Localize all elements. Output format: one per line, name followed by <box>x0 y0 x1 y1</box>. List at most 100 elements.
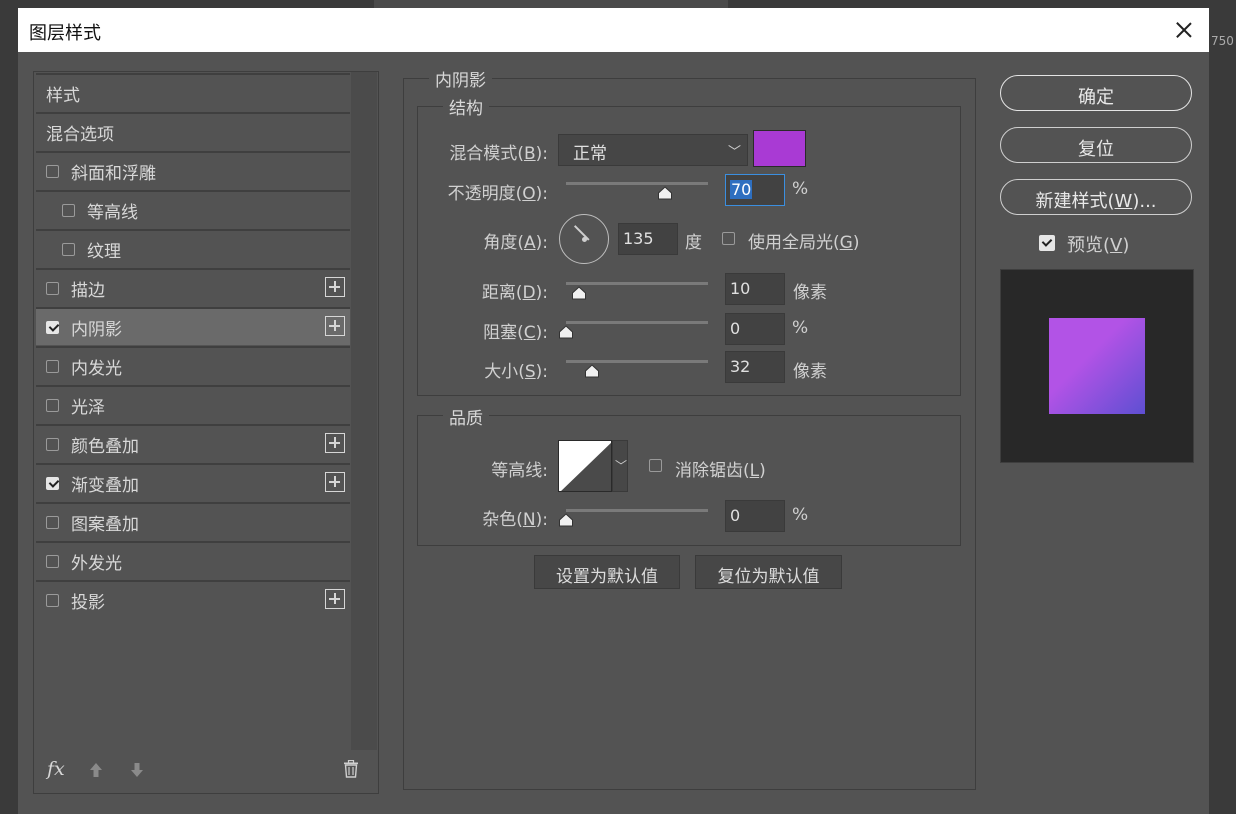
style-list-label: 图案叠加 <box>71 514 139 535</box>
preview-swatch <box>1049 318 1145 414</box>
contour-label: 等高线: <box>491 461 548 481</box>
style-list-item[interactable]: 描边 <box>36 268 350 306</box>
style-list-panel: 样式混合选项斜面和浮雕等高线纹理描边 内阴影 内发光光泽颜色叠加渐变叠加图案叠加外发… <box>33 71 379 794</box>
noise-slider-track[interactable] <box>566 509 708 512</box>
app-document-tab[interactable] <box>374 0 728 8</box>
choke-unit: % <box>792 318 809 338</box>
style-list-label: 纹理 <box>87 241 121 262</box>
choke-input[interactable]: 0 <box>725 313 785 345</box>
trash-icon[interactable] <box>343 760 359 778</box>
add-effect-icon[interactable] <box>325 433 345 453</box>
angle-dial[interactable] <box>559 214 609 264</box>
antialias-checkbox[interactable] <box>649 459 662 472</box>
style-list-label: 颜色叠加 <box>71 436 139 457</box>
noise-slider-thumb[interactable] <box>558 513 574 527</box>
add-effect-icon[interactable] <box>325 316 345 336</box>
contour-dropdown[interactable]: ﹀ <box>612 440 628 492</box>
distance-unit: 像素 <box>793 283 827 303</box>
style-list-item[interactable]: 图案叠加 <box>36 502 350 540</box>
style-checkbox[interactable] <box>46 515 59 529</box>
style-list-item[interactable]: 斜面和浮雕 <box>36 151 350 189</box>
style-preview <box>1000 269 1194 463</box>
reset-default-button[interactable]: 复位为默认值 <box>695 555 842 589</box>
ok-button[interactable]: 确定 <box>1000 75 1192 111</box>
style-checkbox[interactable] <box>46 398 59 412</box>
distance-slider-thumb[interactable] <box>571 286 587 300</box>
choke-slider-track[interactable] <box>566 321 708 324</box>
chevron-down-icon: ﹀ <box>615 459 628 473</box>
dialog-titlebar[interactable]: 图层样式 <box>18 8 1209 52</box>
style-list-item[interactable]: 样式 <box>36 73 350 111</box>
opacity-input[interactable]: 70 <box>725 174 785 206</box>
style-checkbox[interactable] <box>46 476 59 490</box>
contour-linear-icon <box>561 442 611 491</box>
style-list-scrollbar[interactable] <box>351 72 377 750</box>
style-list-label: 斜面和浮雕 <box>71 163 156 184</box>
global-light-checkbox[interactable] <box>722 232 735 245</box>
style-list-item[interactable]: 光泽 <box>36 385 350 423</box>
blend-mode-select[interactable]: 正常 ﹀ <box>558 134 748 166</box>
style-list-label: 混合选项 <box>46 124 114 145</box>
size-slider-track[interactable] <box>566 360 708 363</box>
quality-title: 品质 <box>443 404 489 429</box>
size-slider-thumb[interactable] <box>584 364 600 378</box>
style-checkbox[interactable] <box>46 281 59 295</box>
add-effect-icon[interactable] <box>325 589 345 609</box>
fx-icon[interactable]: fx <box>47 758 65 780</box>
set-default-button[interactable]: 设置为默认值 <box>534 555 680 589</box>
style-checkbox[interactable] <box>62 203 75 217</box>
add-effect-icon[interactable] <box>325 277 345 297</box>
opacity-unit: % <box>792 179 809 199</box>
style-list-item[interactable]: 颜色叠加 <box>36 424 350 462</box>
style-list-item[interactable]: 内阴影 <box>36 307 350 345</box>
antialias-label[interactable]: 消除锯齿(L) <box>675 456 766 481</box>
ruler-number: 750 <box>1211 34 1234 48</box>
distance-input[interactable]: 10 <box>725 273 785 305</box>
style-list-item[interactable]: 纹理 <box>36 229 350 267</box>
shadow-color-swatch[interactable] <box>753 130 806 167</box>
style-checkbox[interactable] <box>62 242 75 256</box>
chevron-down-icon: ﹀ <box>727 145 741 160</box>
reset-button[interactable]: 复位 <box>1000 127 1192 163</box>
blend-mode-label: 混合模式(B): <box>449 144 548 164</box>
preview-label[interactable]: 预览(V) <box>1067 231 1129 257</box>
contour-picker[interactable] <box>558 440 612 492</box>
style-list-label: 渐变叠加 <box>71 475 139 496</box>
global-light-label[interactable]: 使用全局光(G) <box>748 228 859 253</box>
opacity-slider-track[interactable] <box>566 182 708 185</box>
preview-checkbox[interactable] <box>1039 235 1055 251</box>
style-list-label: 外发光 <box>71 553 122 574</box>
layer-style-dialog: 图层样式 样式混合选项斜面和浮雕等高线纹理描边 内阴影 内发光光泽颜色叠加渐变叠加图… <box>18 8 1209 806</box>
new-style-button[interactable]: 新建样式(W)... <box>1000 179 1192 215</box>
style-list-item[interactable]: 渐变叠加 <box>36 463 350 501</box>
style-list-label: 等高线 <box>87 202 138 223</box>
dialog-title: 图层样式 <box>29 23 101 44</box>
style-checkbox[interactable] <box>46 554 59 568</box>
style-list-label: 光泽 <box>71 397 105 418</box>
move-up-icon[interactable] <box>89 762 103 778</box>
size-input[interactable]: 32 <box>725 351 785 383</box>
style-list-item[interactable]: 投影 <box>36 580 350 618</box>
close-button[interactable] <box>1167 13 1201 47</box>
style-list-item[interactable]: 内发光 <box>36 346 350 384</box>
style-checkbox[interactable] <box>46 593 59 607</box>
style-list-item[interactable]: 外发光 <box>36 541 350 579</box>
style-checkbox[interactable] <box>46 359 59 373</box>
distance-label: 距离(D): <box>481 283 548 303</box>
angle-input[interactable]: 135 <box>618 223 678 255</box>
style-checkbox[interactable] <box>46 164 59 178</box>
structure-title: 结构 <box>443 94 489 119</box>
style-list-item[interactable]: 混合选项 <box>36 112 350 150</box>
opacity-slider-thumb[interactable] <box>657 186 673 200</box>
style-list-label: 样式 <box>46 85 80 106</box>
move-down-icon[interactable] <box>130 762 144 778</box>
style-checkbox[interactable] <box>46 320 59 334</box>
noise-input[interactable]: 0 <box>725 500 785 532</box>
add-effect-icon[interactable] <box>325 472 345 492</box>
style-list-item[interactable]: 等高线 <box>36 190 350 228</box>
style-checkbox[interactable] <box>46 437 59 451</box>
distance-slider-track[interactable] <box>566 282 708 285</box>
angle-label: 角度(A): <box>483 233 548 253</box>
choke-slider-thumb[interactable] <box>558 325 574 339</box>
noise-label: 杂色(N): <box>482 510 548 530</box>
